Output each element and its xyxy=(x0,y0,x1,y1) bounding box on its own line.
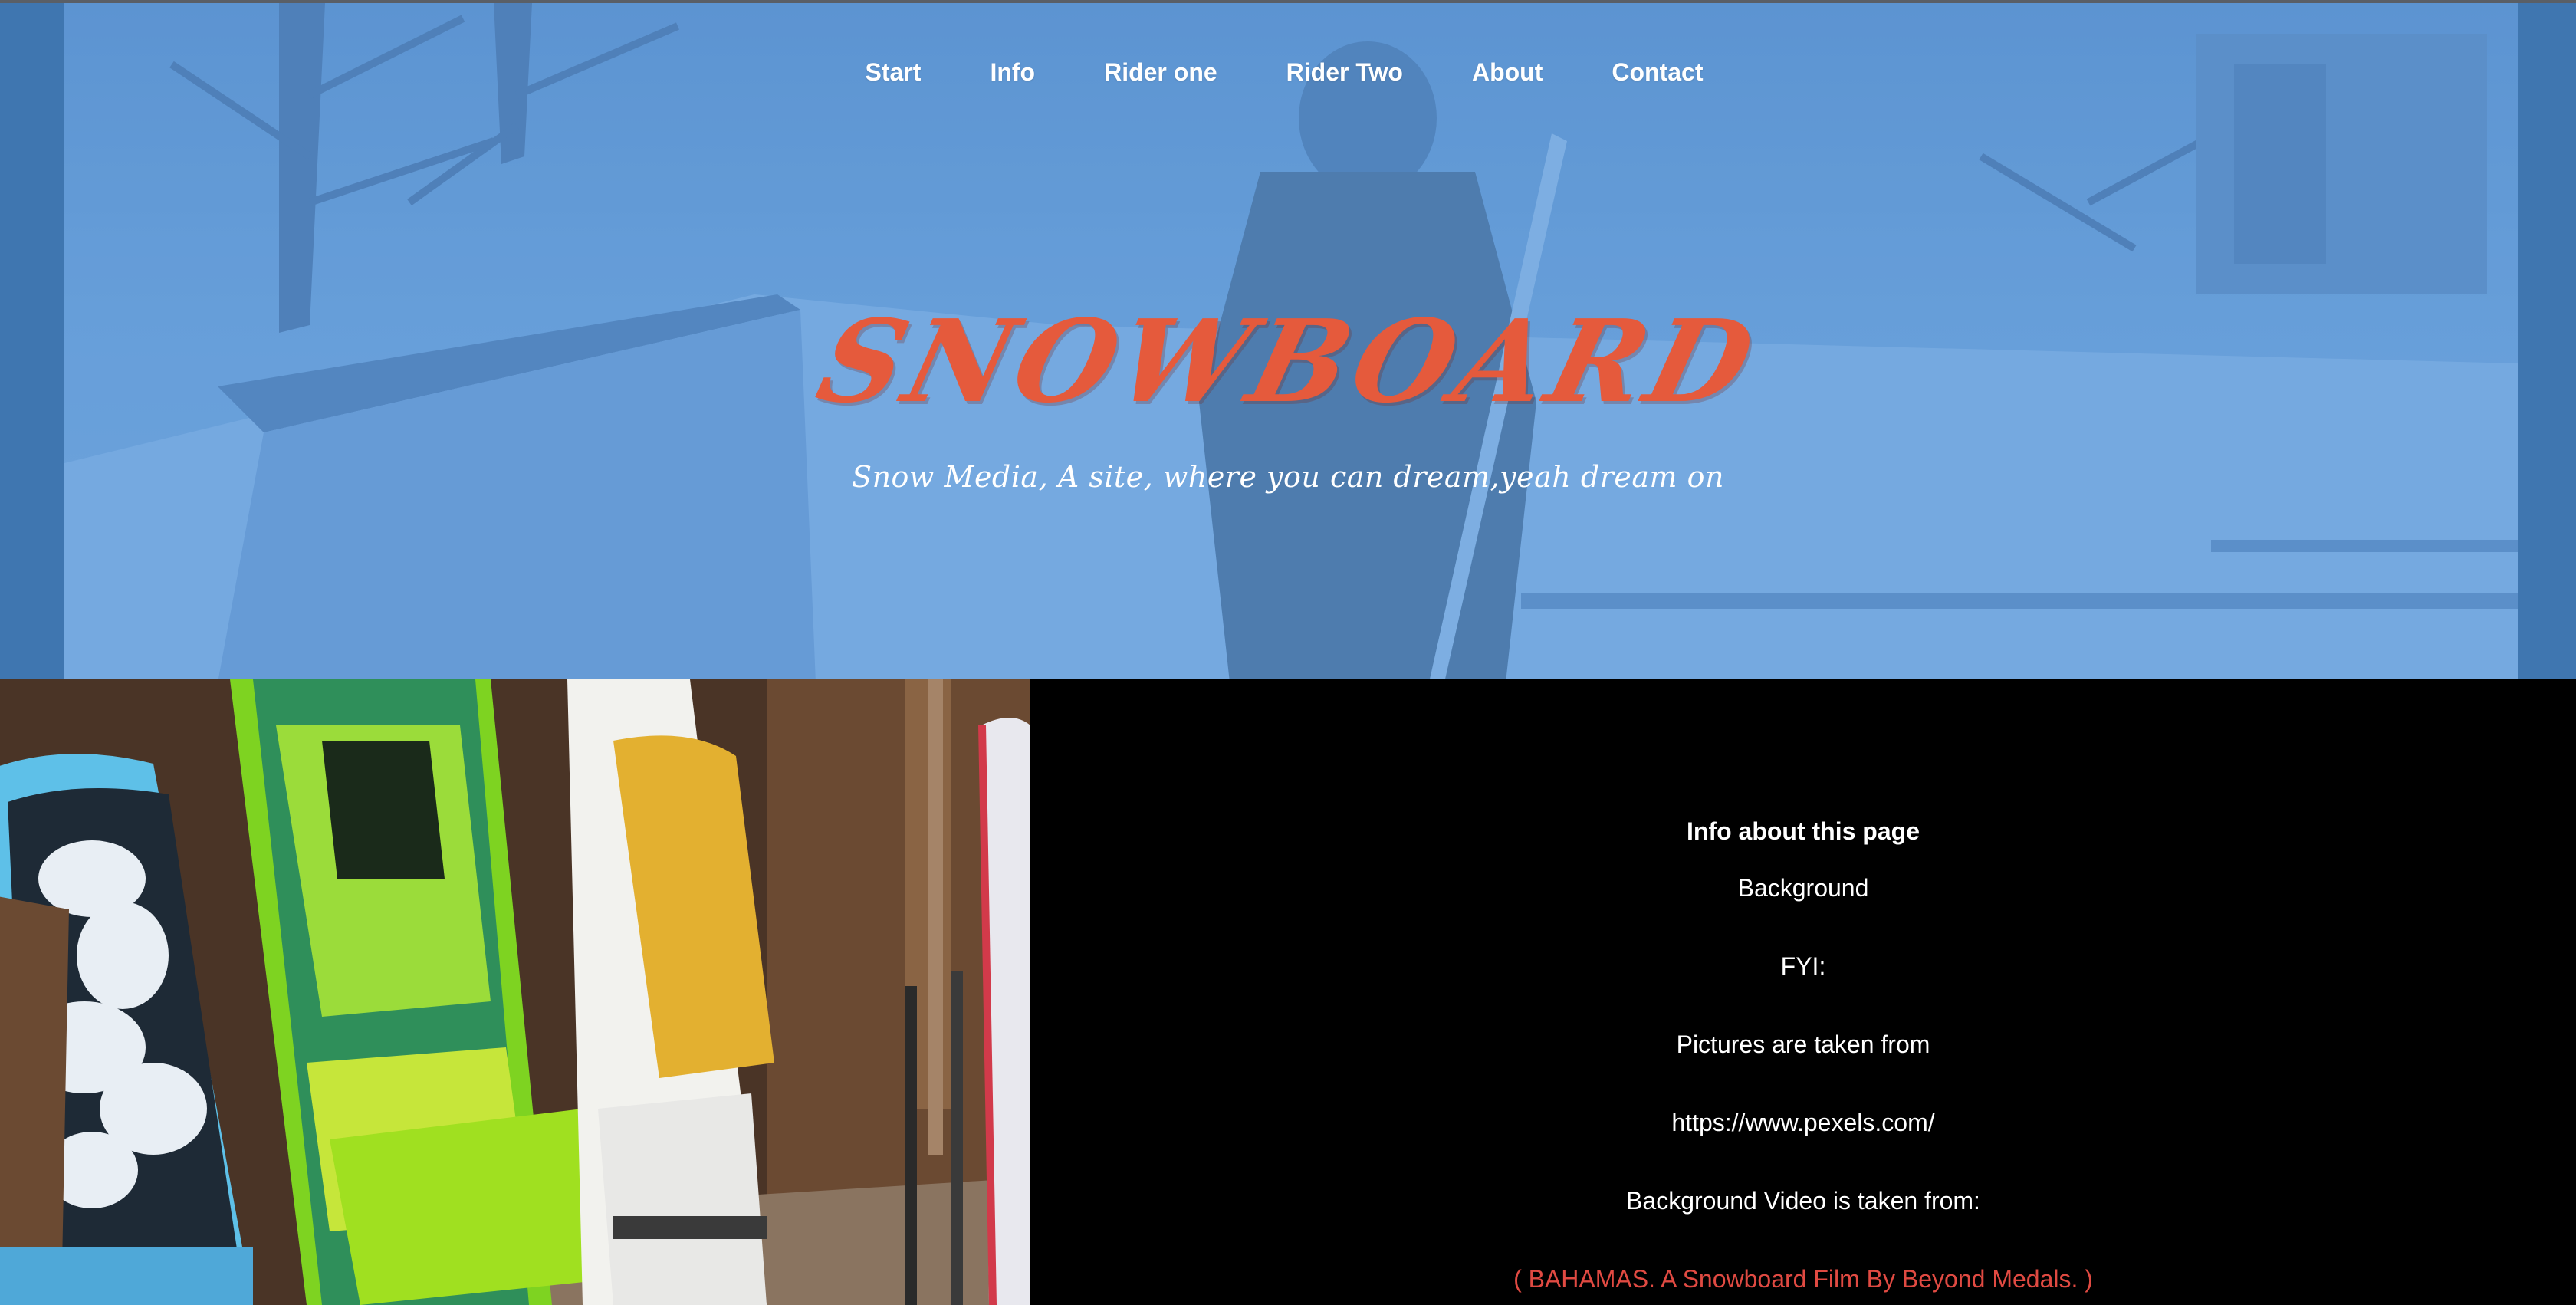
nav-item-rider-one[interactable]: Rider one xyxy=(1070,58,1252,87)
nav-list: Start Info Rider one Rider Two About Con… xyxy=(831,58,1738,87)
snowboards-illustration xyxy=(0,679,1030,1305)
info-fyi: FYI: xyxy=(1780,952,1826,980)
info-video-source: Background Video is taken from: xyxy=(1626,1187,1980,1215)
info-panel: Info about this page Background FYI: Pic… xyxy=(1030,679,2576,1305)
hero-subtitle: Snow Media, A site, where you can dream,… xyxy=(852,460,1724,494)
info-background: Background xyxy=(1737,874,1869,902)
nav-item-rider-two[interactable]: Rider Two xyxy=(1252,58,1438,87)
info-pexels-url: https://www.pexels.com/ xyxy=(1671,1109,1935,1136)
nav-item-contact[interactable]: Contact xyxy=(1577,58,1737,87)
nav-item-about[interactable]: About xyxy=(1438,58,1577,87)
video-credit-link[interactable]: ( BAHAMAS. A Snowboard Film By Beyond Me… xyxy=(1030,1265,2576,1293)
snowboards-photo xyxy=(0,679,1030,1305)
info-heading: Info about this page xyxy=(1687,817,1920,845)
nav-item-start[interactable]: Start xyxy=(831,58,956,87)
main-nav: Start Info Rider one Rider Two About Con… xyxy=(0,58,2576,87)
hero-section: Start Info Rider one Rider Two About Con… xyxy=(0,0,2576,679)
nav-item-info[interactable]: Info xyxy=(955,58,1070,87)
hero-title: SNOWBOARD xyxy=(806,294,1770,428)
info-pictures-source: Pictures are taken from xyxy=(1676,1031,1930,1058)
